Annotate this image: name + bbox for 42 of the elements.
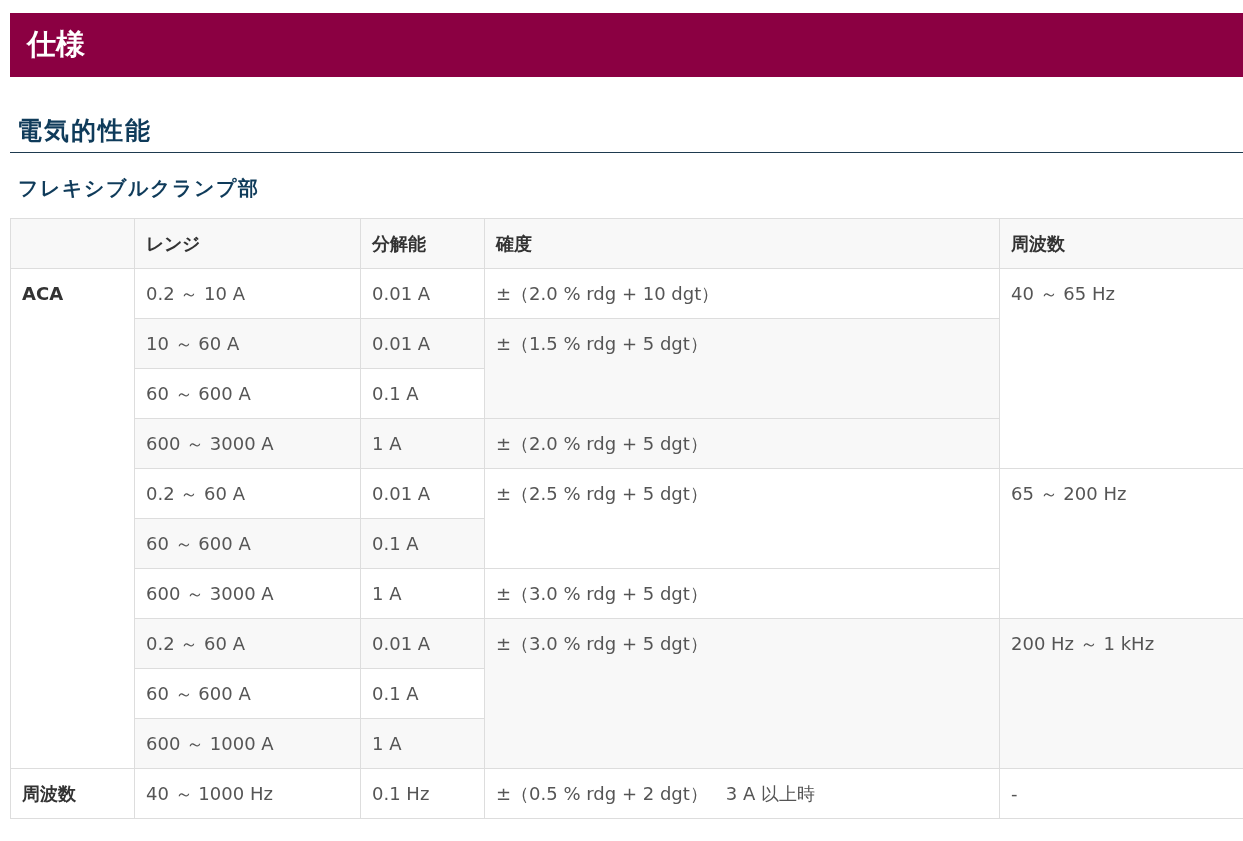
table-cell: ±（0.5 % rdg + 2 dgt） 3 A 以上時 [484,768,1000,818]
table-cell: 0.01 A [360,468,485,518]
table-cell: 60 ～ 600 A [134,518,361,568]
table-cell: 10 ～ 60 A [134,318,361,368]
table-cell: ±（3.0 % rdg + 5 dgt） [484,618,1000,768]
table-cell: ±（1.5 % rdg + 5 dgt） [484,318,1000,418]
table-cell: ±（3.0 % rdg + 5 dgt） [484,568,1000,618]
table-cell: 0.01 A [360,318,485,368]
table-cell: 1 A [360,568,485,618]
column-header: 確度 [484,218,1000,268]
section-heading: 電気的性能 [10,115,1243,153]
table-cell: ±（2.0 % rdg + 5 dgt） [484,418,1000,468]
column-header: 分解能 [360,218,485,268]
table-cell: 600 ～ 1000 A [134,718,361,768]
table-cell: 0.01 A [360,268,485,318]
table-cell: 1 A [360,718,485,768]
row-label: ACA [10,268,135,768]
column-header: 周波数 [999,218,1243,268]
row-label: 周波数 [10,768,135,818]
table-cell: 60 ～ 600 A [134,668,361,718]
table-cell: 40 ～ 65 Hz [999,268,1243,468]
subsection-heading: フレキシブルクランプ部 [17,174,261,201]
table-cell: 600 ～ 3000 A [134,568,361,618]
table-cell: 0.2 ～ 60 A [134,618,361,668]
table-cell: 0.01 A [360,618,485,668]
table-cell: 600 ～ 3000 A [134,418,361,468]
table-cell: - [999,768,1243,818]
table-cell: 0.2 ～ 10 A [134,268,361,318]
table-cell: ±（2.0 % rdg + 10 dgt） [484,268,1000,318]
table-cell: 65 ～ 200 Hz [999,468,1243,618]
table-cell: 0.1 A [360,668,485,718]
table-cell: 0.1 A [360,368,485,418]
table-cell: 40 ～ 1000 Hz [134,768,361,818]
table-cell: ±（2.5 % rdg + 5 dgt） [484,468,1000,568]
table-cell: 0.1 A [360,518,485,568]
page-title: 仕様 [27,26,85,63]
table-cell: 0.2 ～ 60 A [134,468,361,518]
column-header: レンジ [134,218,361,268]
table-cell: 60 ～ 600 A [134,368,361,418]
table-cell: 0.1 Hz [360,768,485,818]
table-cell: 1 A [360,418,485,468]
table-cell: 200 Hz ～ 1 kHz [999,618,1243,768]
